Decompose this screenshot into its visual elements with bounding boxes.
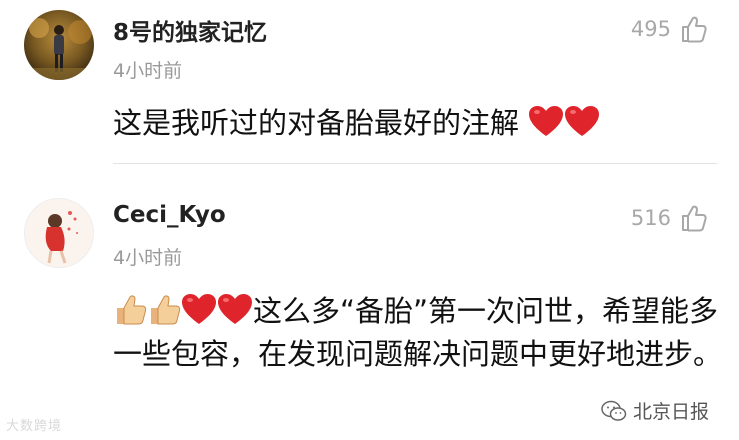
- comment-item: Ceci_Kyo 4小时前 516 这么多“备胎”第一次问世，希望能多一些包容，…: [0, 0, 739, 440]
- watermark-left: 大数跨境: [6, 419, 63, 434]
- avatar[interactable]: [24, 198, 94, 268]
- timestamp: 4小时前: [113, 247, 183, 269]
- like-button[interactable]: 516: [631, 203, 709, 233]
- username[interactable]: Ceci_Kyo: [113, 202, 226, 228]
- thumbs-up-emoji-icon: [151, 295, 181, 325]
- heart-icon: [218, 294, 252, 324]
- wechat-icon: [601, 400, 627, 421]
- thumbs-up-icon: [682, 205, 707, 232]
- watermark-right-text: 北京日报: [632, 401, 709, 423]
- watermark-right: 北京日报: [601, 397, 709, 424]
- heart-icon: [182, 294, 216, 324]
- thumbs-up-emoji-icon: [117, 295, 147, 325]
- like-count: 516: [630, 206, 671, 230]
- comment-text: 这么多“备胎”第一次问世，希望能多一些包容，在发现问题解决问题中更好地进步。: [113, 294, 723, 371]
